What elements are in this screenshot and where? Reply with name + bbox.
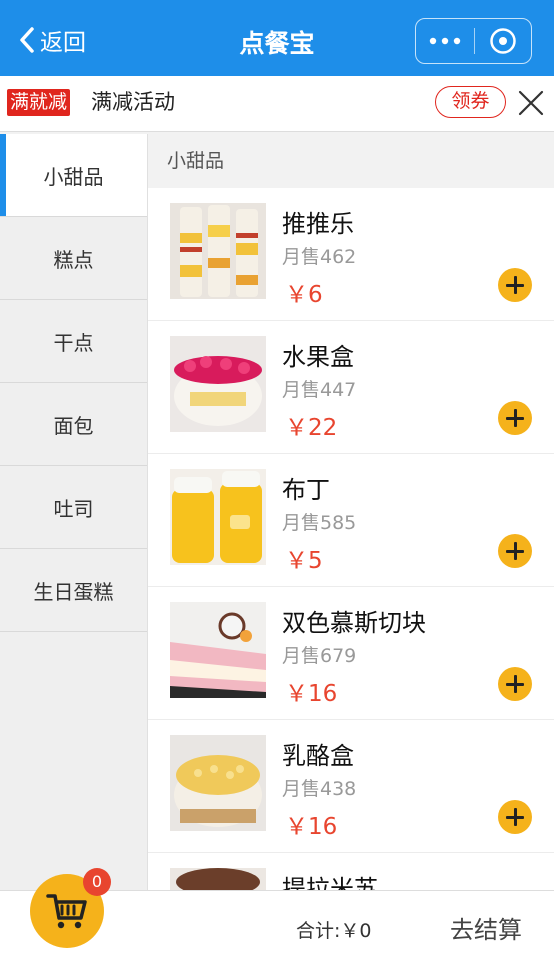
product-price: ￥22: [285, 415, 338, 441]
exit-button[interactable]: [474, 19, 531, 63]
product-image-shuiguohe: [170, 336, 266, 432]
product-price: ￥5: [285, 548, 323, 574]
product-sales: 月售585: [282, 512, 357, 534]
section-title: 小甜品: [148, 134, 554, 188]
sidebar-item-label: 面包: [53, 413, 94, 438]
sidebar-item-label: 小甜品: [43, 164, 104, 189]
product-sales: 月售447: [282, 379, 357, 401]
add-to-cart-button[interactable]: [498, 401, 532, 435]
cart-total: 合计:￥0: [296, 920, 372, 942]
product-price: ￥6: [285, 282, 323, 308]
cart-count-badge: 0: [83, 868, 111, 896]
product-sales: 月售679: [282, 645, 357, 667]
sidebar-item-mianbao[interactable]: 面包: [0, 383, 147, 466]
add-to-cart-button[interactable]: [498, 268, 532, 302]
get-coupon-button[interactable]: 领券: [435, 86, 506, 118]
sidebar-item-tusi[interactable]: 吐司: [0, 466, 147, 549]
close-icon[interactable]: [516, 88, 546, 118]
product-item[interactable]: 水果盒 月售447 ￥22: [148, 321, 554, 454]
product-sales: 月售438: [282, 778, 357, 800]
add-to-cart-button[interactable]: [498, 800, 532, 834]
sidebar-item-gaodian[interactable]: 糕点: [0, 217, 147, 300]
add-to-cart-button[interactable]: [498, 667, 532, 701]
product-price: ￥16: [285, 814, 338, 840]
product-item[interactable]: 双色慕斯切块 月售679 ￥16: [148, 587, 554, 720]
product-name: 推推乐: [282, 210, 354, 238]
product-item[interactable]: 提拉米苏: [148, 853, 554, 890]
more-dots-icon: [429, 37, 460, 45]
sidebar-item-label: 生日蛋糕: [33, 579, 114, 604]
promo-bar: 满就减 满减活动 领券: [0, 76, 554, 132]
sidebar-item-label: 干点: [53, 330, 94, 355]
product-price: ￥16: [285, 681, 338, 707]
sidebar-item-xiaotianpin[interactable]: 小甜品: [0, 134, 147, 217]
checkout-button[interactable]: 去结算: [418, 893, 554, 960]
add-to-cart-button[interactable]: [498, 534, 532, 568]
product-name: 水果盒: [282, 343, 354, 371]
product-sales: 月售462: [282, 246, 357, 268]
product-name: 布丁: [282, 476, 330, 504]
product-list: 小甜品 推推乐 月售462 ￥6 水果盒 月售447 ￥22 布丁 月售585 …: [148, 134, 554, 890]
product-image-shuangsemusi: [170, 602, 266, 698]
product-name: 乳酪盒: [282, 742, 354, 770]
chevron-left-icon: [20, 27, 34, 53]
product-name: 双色慕斯切块: [282, 609, 426, 637]
product-name: 提拉米苏: [282, 875, 378, 890]
exit-target-icon: [489, 28, 516, 54]
product-image-tuituile: [170, 203, 266, 299]
promo-text: 满减活动: [91, 90, 175, 114]
product-image-buding: [170, 469, 266, 565]
sidebar-item-shengridangao[interactable]: 生日蛋糕: [0, 549, 147, 632]
sidebar-item-gandian[interactable]: 干点: [0, 300, 147, 383]
discount-badge: 满就减: [7, 89, 71, 116]
top-navbar: 返回 点餐宝: [0, 0, 554, 76]
category-sidebar: 小甜品 糕点 干点 面包 吐司 生日蛋糕: [0, 134, 148, 890]
sidebar-item-label: 吐司: [53, 496, 94, 521]
more-button[interactable]: [416, 19, 474, 63]
sidebar-item-label: 糕点: [53, 247, 94, 272]
product-item[interactable]: 乳酪盒 月售438 ￥16: [148, 720, 554, 853]
mini-program-capsule: [415, 18, 532, 64]
product-image-tilamisu: [170, 868, 266, 890]
product-item[interactable]: 布丁 月售585 ￥5: [148, 454, 554, 587]
back-label: 返回: [40, 30, 86, 56]
back-button[interactable]: 返回: [18, 22, 86, 58]
shopping-cart-icon: [46, 894, 87, 929]
product-image-rulaohe: [170, 735, 266, 831]
product-item[interactable]: 推推乐 月售462 ￥6: [148, 188, 554, 321]
